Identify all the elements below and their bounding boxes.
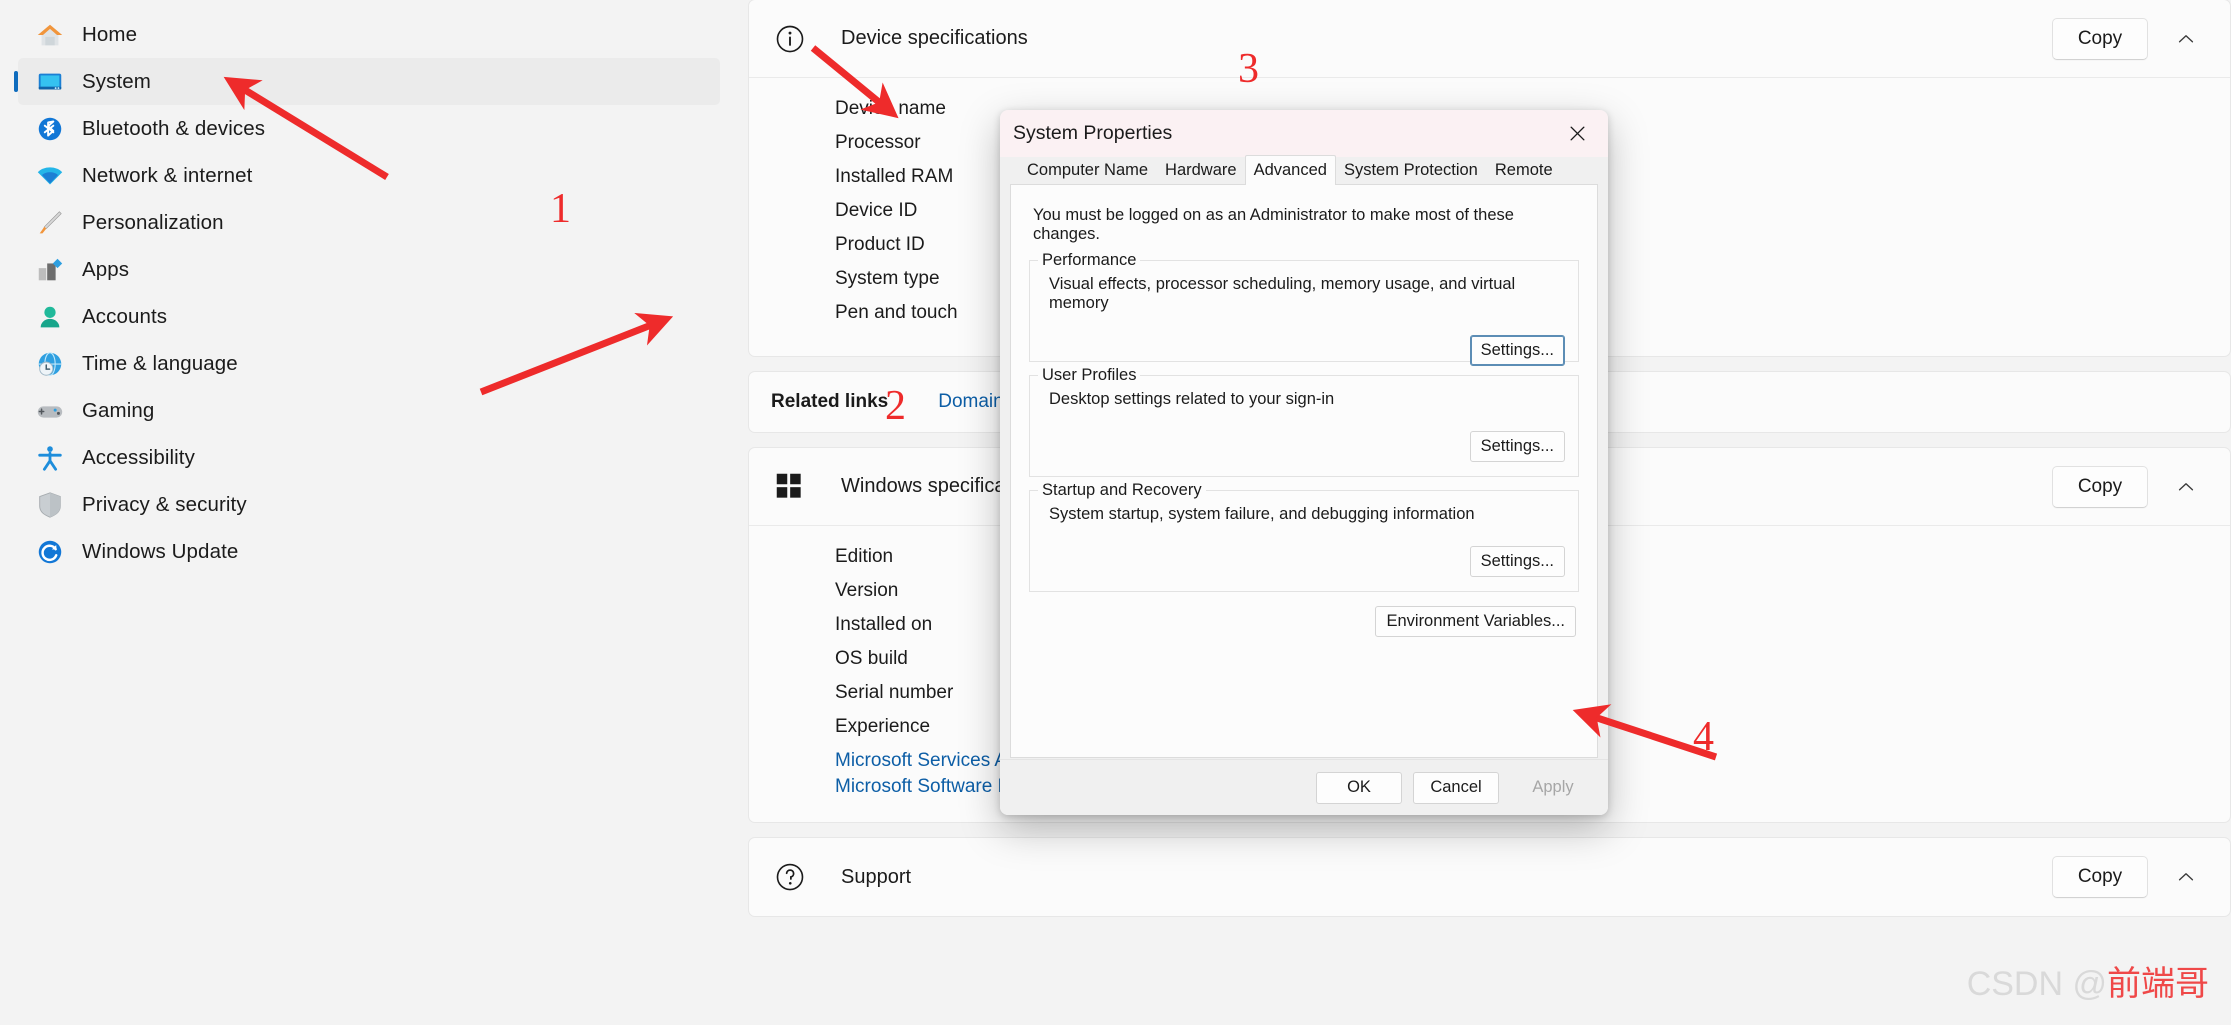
startup-recovery-settings-button[interactable]: Settings...: [1469, 546, 1565, 577]
cancel-button[interactable]: Cancel: [1413, 771, 1499, 804]
shield-icon: [34, 489, 66, 521]
ok-button[interactable]: OK: [1316, 771, 1402, 804]
performance-groupbox-legend: Performance: [1038, 251, 1141, 270]
performance-description: Visual effects, processor scheduling, me…: [1049, 275, 1516, 312]
home-icon: [34, 19, 66, 51]
dialog-footer: OK Cancel Apply: [1000, 759, 1608, 815]
support-header: Support Copy: [749, 838, 2230, 916]
paintbrush-icon: [34, 207, 66, 239]
device-specifications-title: Device specifications: [841, 27, 1028, 49]
admin-note-text: You must be logged on as an Administrato…: [1033, 206, 1514, 243]
question-circle-icon: [775, 862, 805, 892]
environment-variables-row: Environment Variables...: [1029, 606, 1579, 637]
startup-recovery-groupbox-legend: Startup and Recovery: [1038, 481, 1206, 500]
sidebar-item-network-internet[interactable]: Network & internet: [18, 152, 720, 199]
sidebar-item-bluetooth-devices[interactable]: Bluetooth & devices: [18, 105, 720, 152]
sidebar-item-label: Time & language: [82, 351, 238, 375]
sidebar-item-time-language[interactable]: Time & language: [18, 340, 720, 387]
sidebar-item-label: Bluetooth & devices: [82, 116, 266, 140]
sidebar-item-gaming[interactable]: Gaming: [18, 387, 720, 434]
user-profiles-groupbox-legend: User Profiles: [1038, 366, 1141, 385]
related-links-domain-link[interactable]: Domain: [938, 391, 1003, 413]
performance-groupbox: Performance Visual effects, processor sc…: [1029, 251, 1579, 366]
dialog-tab-computer-name[interactable]: Computer Name: [1018, 157, 1158, 185]
dialog-tab-advanced[interactable]: Advanced: [1244, 155, 1336, 185]
sidebar-item-label: Privacy & security: [82, 492, 247, 516]
sidebar-item-personalization[interactable]: Personalization: [18, 199, 720, 246]
sidebar-item-label: Gaming: [82, 398, 155, 422]
windows-logo-icon: [775, 472, 805, 502]
environment-variables-button[interactable]: Environment Variables...: [1375, 606, 1576, 637]
sidebar-item-apps[interactable]: Apps: [18, 246, 720, 293]
sidebar-item-label: Network & internet: [82, 163, 253, 187]
settings-sidebar: Home System Bluetooth & devices Network …: [0, 0, 748, 1025]
startup-recovery-groupbox: Startup and Recovery System startup, sys…: [1029, 481, 1579, 592]
sidebar-item-label: Apps: [82, 257, 130, 281]
wifi-icon: [34, 160, 66, 192]
sidebar-item-label: System: [82, 69, 151, 93]
sidebar-item-label: Personalization: [82, 210, 224, 234]
update-sync-icon: [34, 536, 66, 568]
dialog-tabstrip: Computer Name Hardware Advanced System P…: [1010, 155, 1598, 185]
sidebar-item-label: Home: [82, 22, 138, 46]
info-circle-icon: [775, 24, 805, 54]
dialog-title: System Properties: [1013, 122, 1173, 144]
sidebar-item-accessibility[interactable]: Accessibility: [18, 434, 720, 481]
user-profiles-description: Desktop settings related to your sign-in: [1049, 390, 1335, 408]
copy-button-device-specifications[interactable]: Copy: [2052, 17, 2148, 60]
accessibility-icon: [34, 442, 66, 474]
support-card: Support Copy: [748, 837, 2231, 917]
sidebar-item-label: Windows Update: [82, 539, 239, 563]
copy-button-windows-specifications[interactable]: Copy: [2052, 465, 2148, 508]
apply-button: Apply: [1532, 778, 1574, 796]
chevron-up-icon[interactable]: [2166, 467, 2206, 507]
dialog-tab-hardware[interactable]: Hardware: [1156, 157, 1246, 185]
sidebar-item-label: Accessibility: [82, 445, 195, 469]
chevron-up-icon[interactable]: [2166, 857, 2206, 897]
dialog-body: Computer Name Hardware Advanced System P…: [1000, 155, 1608, 768]
dialog-tab-system-protection[interactable]: System Protection: [1334, 157, 1487, 185]
related-links-title: Related links: [771, 391, 889, 412]
dialog-titlebar: System Properties: [1000, 110, 1608, 157]
user-profiles-settings-button[interactable]: Settings...: [1469, 431, 1565, 462]
dialog-tabpage-advanced: You must be logged on as an Administrato…: [1010, 184, 1598, 758]
user-profiles-groupbox: User Profiles Desktop settings related t…: [1029, 366, 1579, 477]
sidebar-item-windows-update[interactable]: Windows Update: [18, 528, 720, 575]
dialog-tab-remote[interactable]: Remote: [1485, 157, 1562, 185]
startup-recovery-description: System startup, system failure, and debu…: [1049, 505, 1475, 523]
performance-settings-button[interactable]: Settings...: [1469, 335, 1565, 366]
person-icon: [34, 301, 66, 333]
gamepad-icon: [34, 395, 66, 427]
chevron-up-icon[interactable]: [2166, 19, 2206, 59]
settings-window: Home System Bluetooth & devices Network …: [0, 0, 2231, 1025]
apps-icon: [34, 254, 66, 286]
sidebar-item-accounts[interactable]: Accounts: [18, 293, 720, 340]
device-specifications-header: Device specifications Copy: [749, 0, 2230, 78]
sidebar-item-label: Accounts: [82, 304, 168, 328]
sidebar-item-privacy-security[interactable]: Privacy & security: [18, 481, 720, 528]
clock-globe-icon: [34, 348, 66, 380]
system-monitor-icon: [34, 66, 66, 98]
copy-button-support[interactable]: Copy: [2052, 856, 2148, 898]
close-icon[interactable]: [1546, 110, 1608, 157]
system-properties-dialog: System Properties Computer Name Hardware…: [1000, 110, 1608, 815]
support-title: Support: [841, 865, 912, 888]
sidebar-item-home[interactable]: Home: [18, 11, 720, 58]
bluetooth-icon: [34, 113, 66, 145]
sidebar-item-system[interactable]: System: [14, 58, 720, 105]
